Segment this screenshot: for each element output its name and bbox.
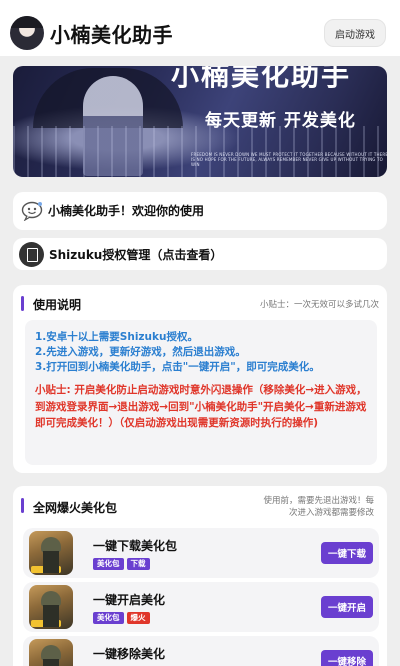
item-badge: 美化包	[93, 558, 124, 570]
item-badge: 下载	[126, 558, 150, 570]
welcome-card: 小楠美化助手！欢迎你的使用	[13, 192, 387, 230]
usage-warning: 小贴士: 开启美化防止启动游戏时意外闪退操作（移除美化→进入游戏，到游戏登录界面…	[35, 384, 367, 429]
usage-content: 1.安卓十以上需要Shizuku授权。 2.先进入游戏，更新好游戏，然后退出游戏…	[25, 320, 377, 465]
usage-step: 3.打开回到小楠美化助手，点击"一键开启"，即可完成美化。	[35, 361, 320, 373]
list-item: 一键下载美化包 美化包 下载 一键下载	[23, 528, 379, 578]
packages-note: 使用前，需要先退出游戏！每次进入游戏都需要修改	[263, 496, 374, 518]
beauty-pack-card: 全网爆火美化包 使用前，需要先退出游戏！每次进入游戏都需要修改 一键下载美化包 …	[13, 486, 387, 666]
usage-steps: 1.安卓十以上需要Shizuku授权。 2.先进入游戏，更新好游戏，然后退出游戏…	[35, 330, 371, 375]
item-badge: 美化包	[93, 612, 124, 624]
packages-title: 全网爆火美化包	[33, 501, 118, 515]
status-bar	[0, 0, 400, 10]
list-item: 一键移除美化 一键移除	[23, 636, 379, 666]
usage-step: 1.安卓十以上需要Shizuku授权。	[35, 331, 198, 343]
usage-instructions-card: 使用说明 小贴士：一次无效可以多试几次 1.安卓十以上需要Shizuku授权。 …	[13, 285, 387, 473]
app-title: 小楠美化助手	[50, 23, 173, 47]
item-name: 一键下载美化包	[93, 539, 178, 553]
smile-bubble-icon	[21, 201, 43, 221]
usage-step: 2.先进入游戏，更新好游戏，然后退出游戏。	[35, 346, 246, 358]
item-name: 一键移除美化	[93, 647, 166, 661]
game-thumbnail	[29, 585, 73, 629]
banner-fine-print: FREEDOM IS NEVER DOWN WE MUST PROTECT IT…	[191, 152, 387, 167]
section-accent-bar	[21, 498, 24, 513]
item-badge: 爆火	[126, 612, 150, 624]
download-pack-button[interactable]: 一键下载	[321, 542, 373, 564]
game-thumbnail	[29, 639, 73, 666]
section-accent-bar	[21, 296, 24, 311]
remove-beauty-button[interactable]: 一键移除	[321, 650, 373, 666]
promo-banner[interactable]: 小楠美化助手 每天更新 开发美化 FREEDOM IS NEVER DOWN W…	[13, 66, 387, 177]
usage-tip: 小贴士：一次无效可以多试几次	[259, 300, 379, 310]
app-bar: 小楠美化助手 启动游戏	[0, 10, 400, 56]
shizuku-auth-label: Shizuku授权管理（点击查看）	[49, 248, 223, 262]
welcome-text: 小楠美化助手！欢迎你的使用	[48, 204, 205, 218]
item-name: 一键开启美化	[93, 593, 166, 607]
enable-beauty-button[interactable]: 一键开启	[321, 596, 373, 618]
list-item: 一键开启美化 美化包 爆火 一键开启	[23, 582, 379, 632]
banner-title: 小楠美化助手	[171, 66, 352, 92]
usage-title: 使用说明	[33, 298, 82, 312]
shizuku-auth-card[interactable]: Shizuku授权管理（点击查看）	[13, 238, 387, 270]
launch-game-button[interactable]: 启动游戏	[324, 19, 386, 47]
app-logo	[10, 16, 44, 50]
banner-slogan: 每天更新 开发美化	[205, 111, 356, 131]
clipboard-icon	[19, 242, 44, 267]
game-thumbnail	[29, 531, 73, 575]
